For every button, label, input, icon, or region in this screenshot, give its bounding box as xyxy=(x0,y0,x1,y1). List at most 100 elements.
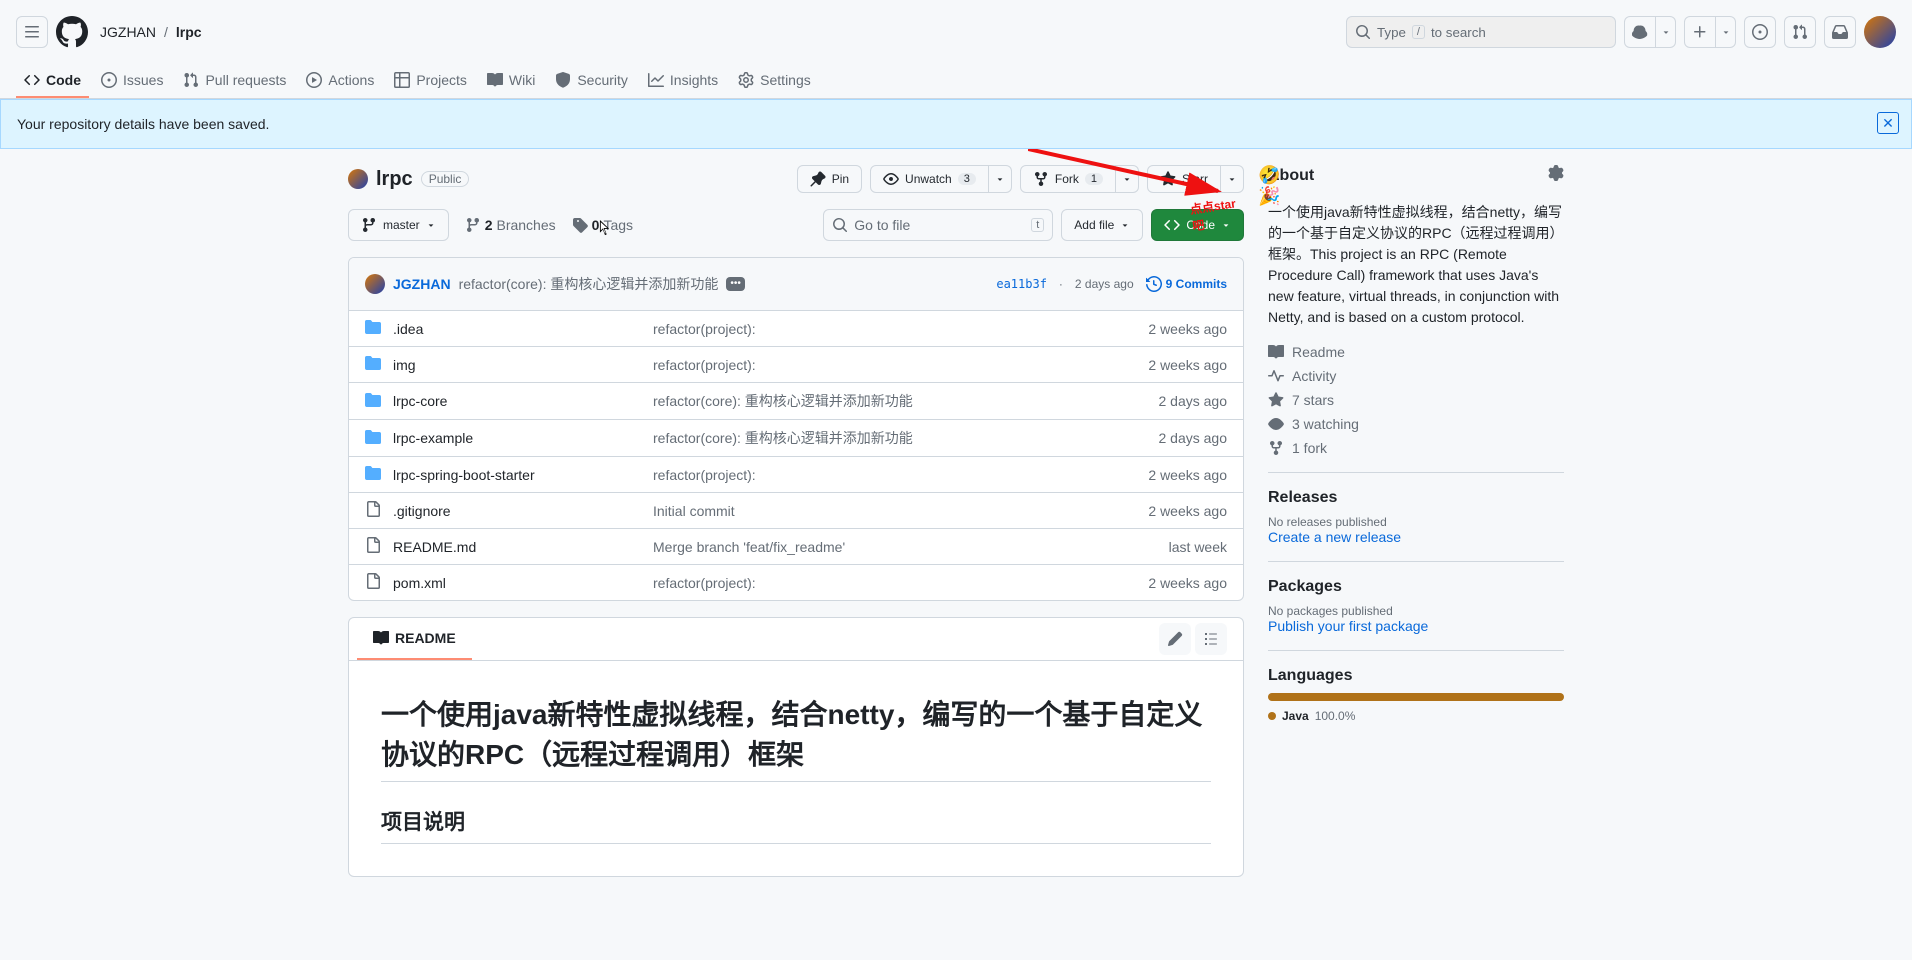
visibility-badge: Public xyxy=(421,171,470,187)
file-commit-link[interactable]: refactor(core): 重构核心逻辑并添加新功能 xyxy=(653,393,913,409)
owner-link[interactable]: JGZHAN xyxy=(100,24,156,40)
star-icon xyxy=(1268,392,1284,408)
readme-tab[interactable]: README xyxy=(357,618,472,660)
file-commit-link[interactable]: refactor(project): xyxy=(653,467,756,483)
packages-heading: Packages xyxy=(1268,578,1564,596)
banner-close-button[interactable]: ✕ xyxy=(1877,112,1899,134)
file-name-link[interactable]: lrpc-core xyxy=(393,393,447,409)
commits-link[interactable]: 9 Commits xyxy=(1146,276,1227,292)
copilot-dropdown[interactable] xyxy=(1656,16,1676,48)
language-item[interactable]: Java 100.0% xyxy=(1268,709,1564,723)
file-name-link[interactable]: lrpc-example xyxy=(393,430,473,446)
readme-link[interactable]: Readme xyxy=(1268,344,1564,360)
repo-header: lrpc Public Pin Unwatch3 Fork1 Starr xyxy=(348,165,1244,193)
star-dropdown[interactable] xyxy=(1221,165,1244,193)
issues-button[interactable] xyxy=(1744,16,1776,48)
outline-button[interactable] xyxy=(1195,623,1227,655)
tab-wiki[interactable]: Wiki xyxy=(479,64,543,98)
commit-author[interactable]: JGZHAN xyxy=(393,276,451,292)
commit-author-avatar[interactable] xyxy=(365,274,385,294)
file-name-link[interactable]: .gitignore xyxy=(393,503,451,519)
pin-button[interactable]: Pin xyxy=(797,165,862,193)
file-name-link[interactable]: img xyxy=(393,357,416,373)
pin-icon xyxy=(810,171,826,187)
languages-heading: Languages xyxy=(1268,667,1564,685)
tab-actions[interactable]: Actions xyxy=(298,64,382,98)
folder-icon xyxy=(365,465,381,484)
language-bar xyxy=(1268,693,1564,701)
publish-package-link[interactable]: Publish your first package xyxy=(1268,618,1428,634)
commit-message[interactable]: refactor(core): 重构核心逻辑并添加新功能 xyxy=(459,274,719,294)
code-icon xyxy=(1164,217,1180,233)
file-name-link[interactable]: pom.xml xyxy=(393,575,446,591)
unwatch-dropdown[interactable] xyxy=(989,165,1012,193)
star-button[interactable]: Starr xyxy=(1147,165,1221,193)
file-commit-link[interactable]: refactor(core): 重构核心逻辑并添加新功能 xyxy=(653,430,913,446)
code-icon xyxy=(24,72,40,88)
branches-link[interactable]: 2 Branches xyxy=(465,217,556,233)
graph-icon xyxy=(648,72,664,88)
file-toolbar: master 2 Branches 0 Tags Go to filet Add… xyxy=(348,209,1244,241)
branch-select[interactable]: master xyxy=(348,209,449,241)
stars-link[interactable]: 7 stars xyxy=(1268,392,1564,408)
repo-tabs: Code Issues Pull requests Actions Projec… xyxy=(0,64,1912,99)
repo-owner-avatar[interactable] xyxy=(348,169,368,189)
github-logo[interactable] xyxy=(56,16,88,48)
file-commit-link[interactable]: refactor(project): xyxy=(653,575,756,591)
tab-code[interactable]: Code xyxy=(16,64,89,98)
packages-section: Packages No packages published Publish y… xyxy=(1268,561,1564,634)
repo-link[interactable]: lrpc xyxy=(176,24,202,40)
latest-commit: JGZHAN refactor(core): 重构核心逻辑并添加新功能 ••• … xyxy=(349,258,1243,311)
pull-requests-button[interactable] xyxy=(1784,16,1816,48)
file-age: 2 weeks ago xyxy=(1107,321,1227,337)
hamburger-menu-button[interactable] xyxy=(16,16,48,48)
eye-icon xyxy=(1268,416,1284,432)
copilot-button[interactable] xyxy=(1624,16,1656,48)
forks-link[interactable]: 1 fork xyxy=(1268,440,1564,456)
tab-projects[interactable]: Projects xyxy=(386,64,475,98)
gear-icon xyxy=(1548,165,1564,181)
watching-link[interactable]: 3 watching xyxy=(1268,416,1564,432)
history-icon xyxy=(1146,276,1162,292)
activity-link[interactable]: Activity xyxy=(1268,368,1564,384)
search-input[interactable]: Type / to search xyxy=(1346,16,1616,48)
file-age: 2 days ago xyxy=(1107,430,1227,446)
edit-about-button[interactable] xyxy=(1548,165,1564,186)
tab-security[interactable]: Security xyxy=(547,64,636,98)
user-avatar[interactable] xyxy=(1864,16,1896,48)
breadcrumb-separator: / xyxy=(164,24,168,40)
file-list: JGZHAN refactor(core): 重构核心逻辑并添加新功能 ••• … xyxy=(348,257,1244,601)
readme-h2: 项目说明 xyxy=(381,806,1211,843)
create-dropdown[interactable] xyxy=(1716,16,1736,48)
file-commit-link[interactable]: refactor(project): xyxy=(653,357,756,373)
tab-pulls[interactable]: Pull requests xyxy=(175,64,294,98)
tab-settings[interactable]: Settings xyxy=(730,64,819,98)
folder-icon xyxy=(365,392,381,411)
fork-button[interactable]: Fork1 xyxy=(1020,165,1116,193)
file-name-link[interactable]: lrpc-spring-boot-starter xyxy=(393,467,535,483)
fork-dropdown[interactable] xyxy=(1116,165,1139,193)
readme-h1: 一个使用java新特性虚拟线程，结合netty，编写的一个基于自定义协议的RPC… xyxy=(381,693,1211,782)
file-commit-link[interactable]: Merge branch 'feat/fix_readme' xyxy=(653,539,845,555)
file-search-input[interactable]: Go to filet xyxy=(823,209,1053,241)
file-name-link[interactable]: README.md xyxy=(393,539,476,555)
create-button[interactable] xyxy=(1684,16,1716,48)
tags-link[interactable]: 0 Tags xyxy=(572,217,633,233)
commit-sha[interactable]: ea11b3f xyxy=(996,277,1047,291)
fork-icon xyxy=(1033,171,1049,187)
edit-readme-button[interactable] xyxy=(1159,623,1191,655)
about-title: About xyxy=(1268,165,1564,186)
notifications-button[interactable] xyxy=(1824,16,1856,48)
search-icon xyxy=(1355,24,1371,40)
file-commit-link[interactable]: refactor(project): xyxy=(653,321,756,337)
tab-issues[interactable]: Issues xyxy=(93,64,171,98)
unwatch-button[interactable]: Unwatch3 xyxy=(870,165,989,193)
play-icon xyxy=(306,72,322,88)
file-commit-link[interactable]: Initial commit xyxy=(653,503,735,519)
commit-ellipsis[interactable]: ••• xyxy=(726,277,745,291)
tab-insights[interactable]: Insights xyxy=(640,64,726,98)
create-release-link[interactable]: Create a new release xyxy=(1268,529,1401,545)
file-name-link[interactable]: .idea xyxy=(393,321,423,337)
releases-section: Releases No releases published Create a … xyxy=(1268,472,1564,545)
add-file-button[interactable]: Add file xyxy=(1061,209,1143,241)
